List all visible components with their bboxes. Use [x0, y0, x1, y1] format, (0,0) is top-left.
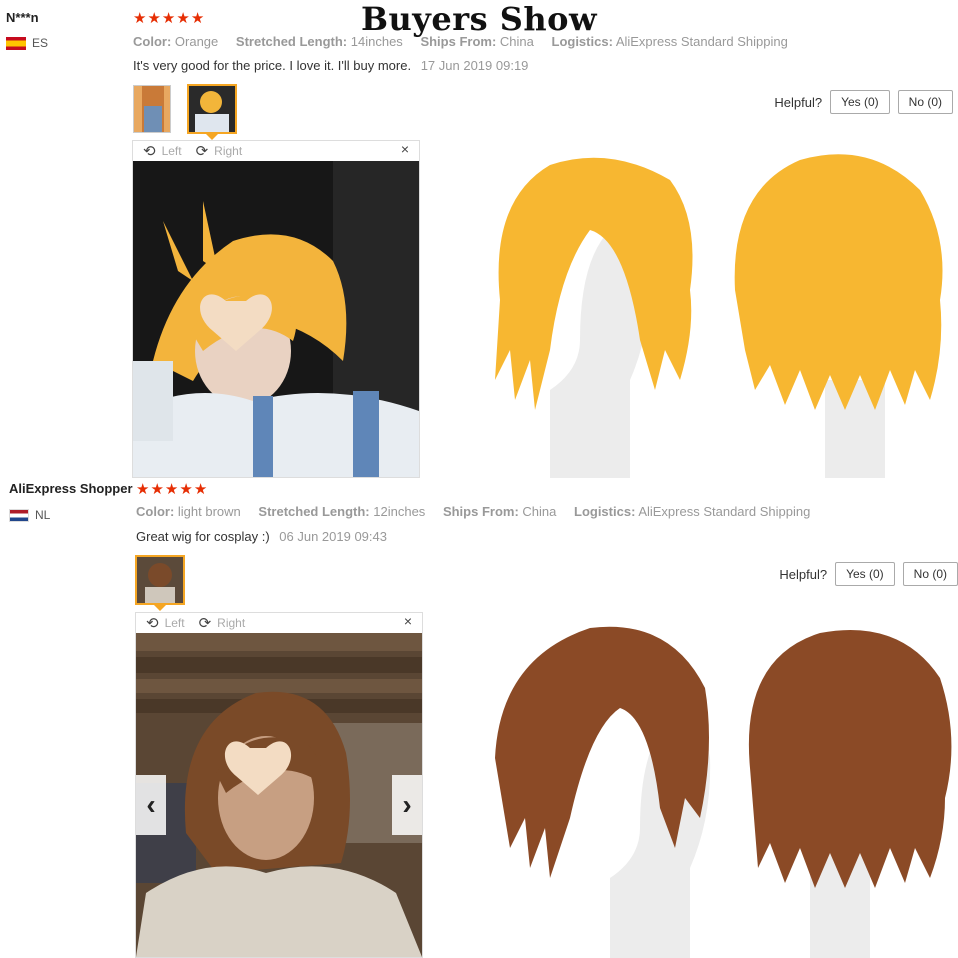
star-icon: ★: [190, 10, 205, 27]
logistics-label: Logistics:: [574, 504, 636, 519]
helpful-vote: Helpful? Yes (0) No (0): [779, 562, 958, 586]
logistics-value: AliExpress Standard Shipping: [638, 504, 811, 519]
wig-product-photo: [440, 598, 958, 958]
photo-viewer: ⟲ Left ⟳ Right × ‹ ›: [135, 612, 423, 958]
wig-right-view: [734, 154, 943, 410]
previous-photo-button[interactable]: ‹: [136, 775, 166, 835]
helpful-label: Helpful?: [779, 566, 828, 582]
customer-photo: [133, 161, 419, 477]
close-icon[interactable]: ×: [401, 141, 409, 157]
star-icon: ★: [147, 10, 161, 27]
color-label: Color:: [133, 34, 172, 49]
helpful-no-button[interactable]: No (0): [897, 90, 953, 114]
wig-product-photo: [440, 120, 958, 478]
spain-flag-icon: [6, 36, 26, 50]
order-info: Color: Orange Stretched Length: 14inches…: [133, 34, 802, 49]
review-comment: Great wig for cosplay :) 06 Jun 2019 09:…: [136, 529, 387, 544]
review-date: 06 Jun 2019 09:43: [279, 529, 387, 544]
country-code: NL: [35, 508, 51, 522]
product-wig-images: [440, 120, 958, 478]
logistics-value: AliExpress Standard Shipping: [615, 34, 788, 49]
rotate-left-button[interactable]: Left: [165, 616, 185, 630]
length-label: Stretched Length:: [235, 34, 348, 49]
length-label: Stretched Length:: [258, 504, 370, 519]
helpful-yes-button[interactable]: Yes (0): [835, 562, 895, 586]
star-icon: ★: [176, 10, 190, 27]
star-rating: ★ ★ ★ ★ ★: [133, 11, 204, 26]
photo-thumbnail-selected[interactable]: [187, 84, 237, 134]
star-icon: ★: [133, 10, 147, 27]
reviewer-country: ES: [6, 36, 48, 50]
next-photo-button[interactable]: ›: [392, 775, 422, 835]
rotate-right-button[interactable]: Right: [214, 144, 242, 158]
rotate-right-icon[interactable]: ⟳: [196, 142, 209, 160]
review-comment: It's very good for the price. I love it.…: [133, 58, 528, 73]
reviewer-name: N***n: [6, 10, 39, 25]
logistics-label: Logistics:: [551, 34, 613, 49]
wig-right-view: [748, 630, 952, 888]
rotate-left-icon[interactable]: ⟲: [143, 142, 156, 160]
order-info: Color: light brown Stretched Length: 12i…: [136, 504, 824, 519]
star-rating: ★ ★ ★ ★ ★: [136, 482, 207, 497]
rotate-left-icon[interactable]: ⟲: [146, 614, 159, 632]
customer-photo: ‹ ›: [136, 633, 422, 957]
close-icon[interactable]: ×: [404, 613, 412, 629]
viewer-toolbar: ⟲ Left ⟳ Right ×: [136, 613, 422, 633]
country-code: ES: [32, 36, 49, 50]
length-value: 14inches: [350, 34, 403, 49]
photo-thumbnail-selected[interactable]: [135, 555, 185, 605]
product-wig-images: [440, 598, 958, 958]
selected-caret-icon: [154, 605, 166, 611]
rotate-right-button[interactable]: Right: [217, 616, 245, 630]
star-icon: ★: [150, 481, 164, 498]
review-2: AliExpress Shopper NL ★ ★ ★ ★ ★ Color: l…: [0, 478, 958, 958]
star-icon: ★: [161, 10, 176, 27]
length-value: 12inches: [373, 504, 426, 519]
ships-from-label: Ships From:: [442, 504, 519, 519]
rotate-left-button[interactable]: Left: [162, 144, 182, 158]
review-1: N***n ES ★ ★ ★ ★ ★ Color: Orange Stretch…: [0, 0, 958, 480]
netherlands-flag-icon: [9, 508, 29, 522]
reviewer-name: AliExpress Shopper: [9, 481, 133, 496]
color-value: Orange: [174, 34, 219, 49]
helpful-no-button[interactable]: No (0): [902, 562, 958, 586]
ships-from-value: China: [522, 504, 557, 519]
review-date: 17 Jun 2019 09:19: [420, 58, 529, 73]
comment-text: It's very good for the price. I love it.…: [133, 58, 412, 73]
reviewer-country: NL: [9, 508, 50, 522]
photo-viewer: ⟲ Left ⟳ Right ×: [132, 140, 420, 478]
helpful-vote: Helpful? Yes (0) No (0): [774, 90, 953, 114]
ships-from-label: Ships From:: [420, 34, 497, 49]
comment-text: Great wig for cosplay :): [136, 529, 270, 544]
rotate-right-icon[interactable]: ⟳: [199, 614, 212, 632]
helpful-label: Helpful?: [774, 94, 823, 110]
helpful-yes-button[interactable]: Yes (0): [830, 90, 890, 114]
star-icon: ★: [136, 481, 150, 498]
star-icon: ★: [193, 481, 208, 498]
color-label: Color:: [136, 504, 175, 519]
viewer-toolbar: ⟲ Left ⟳ Right ×: [133, 141, 419, 161]
star-icon: ★: [179, 481, 193, 498]
color-value: light brown: [177, 504, 241, 519]
ships-from-value: China: [499, 34, 534, 49]
photo-thumbnail[interactable]: [133, 85, 171, 133]
star-icon: ★: [164, 481, 179, 498]
